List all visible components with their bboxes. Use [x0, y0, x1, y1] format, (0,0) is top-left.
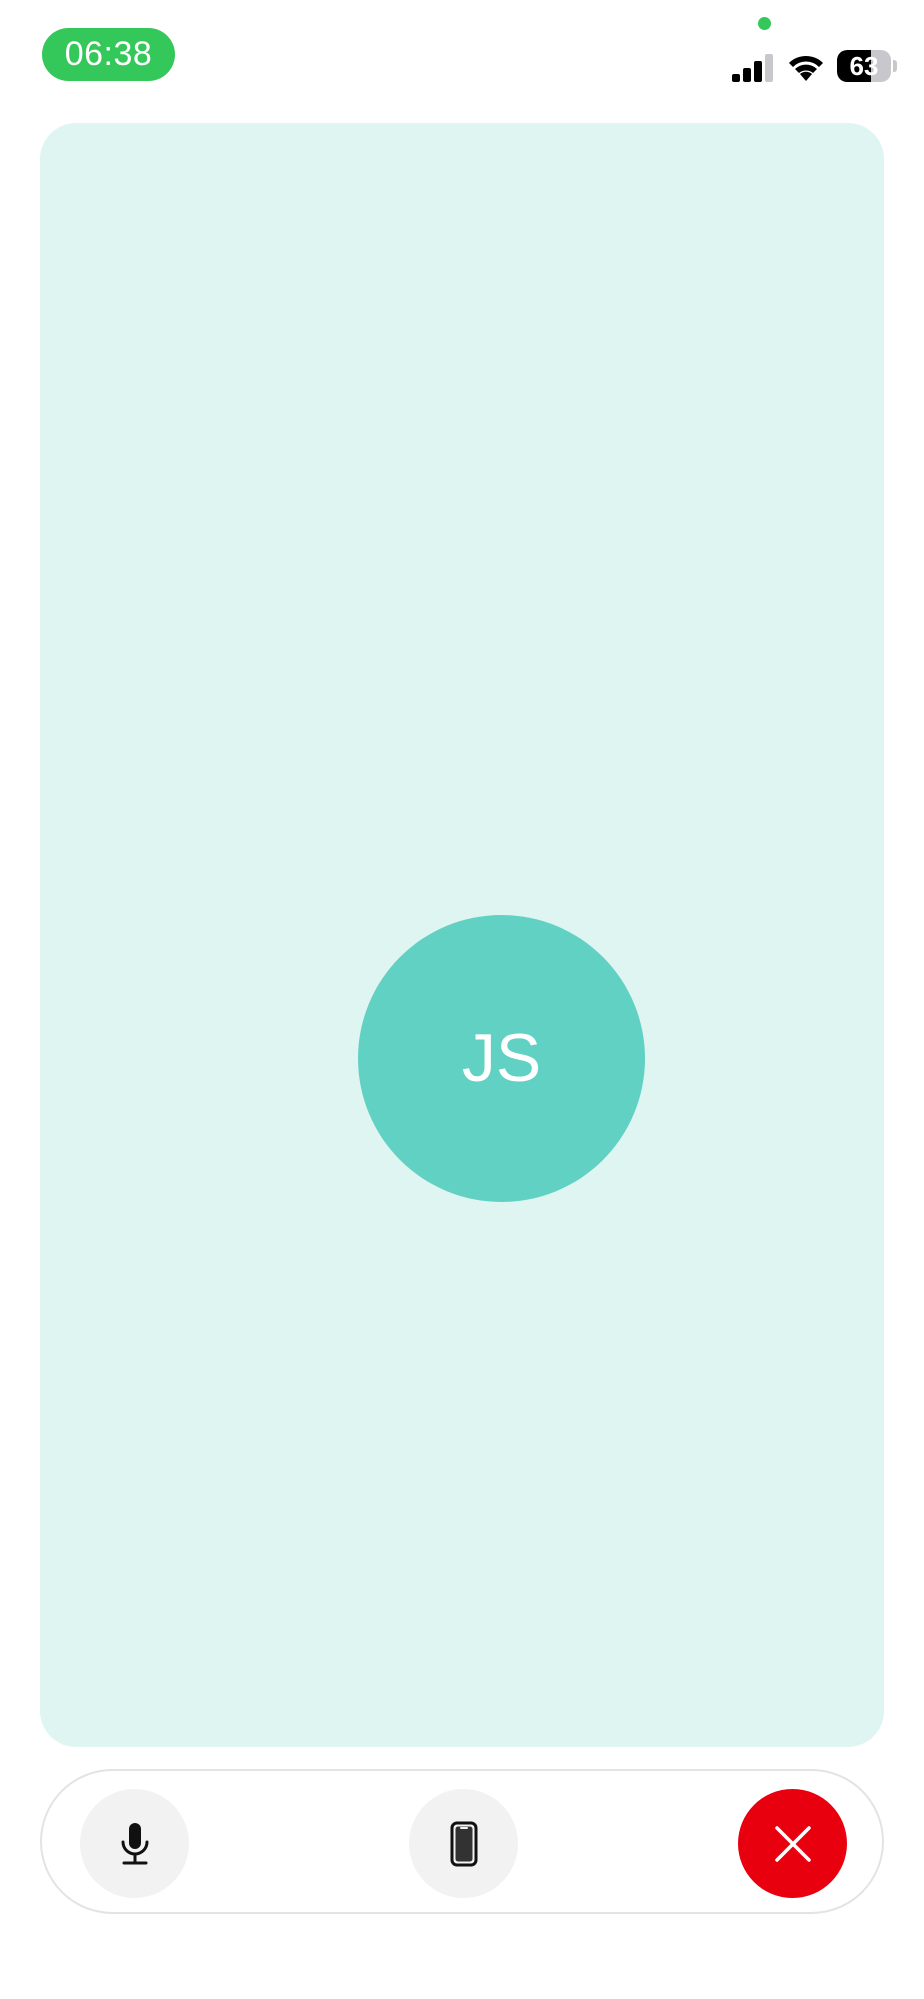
audio-device-button[interactable]	[409, 1789, 518, 1898]
battery-body: 63	[837, 50, 891, 82]
microphone-icon	[121, 1822, 148, 1864]
mute-button[interactable]	[80, 1789, 189, 1898]
close-icon	[774, 1825, 811, 1862]
phone-device-icon	[450, 1821, 477, 1866]
participant-video-tile[interactable]: JS	[40, 123, 884, 1747]
battery-tip	[893, 60, 897, 72]
status-time[interactable]: 06:38	[42, 28, 175, 81]
participant-avatar: JS	[358, 915, 645, 1202]
end-call-button[interactable]	[738, 1789, 847, 1898]
battery-percent: 63	[849, 51, 879, 81]
cellular-signal-icon	[732, 54, 773, 82]
wifi-icon	[789, 55, 823, 81]
call-screen: 06:38 63 JS	[0, 0, 924, 1999]
battery-indicator: 63	[837, 50, 897, 82]
recording-indicator-dot	[758, 17, 771, 30]
call-controls-bar	[40, 1769, 884, 1914]
status-bar: 06:38 63	[0, 0, 924, 110]
